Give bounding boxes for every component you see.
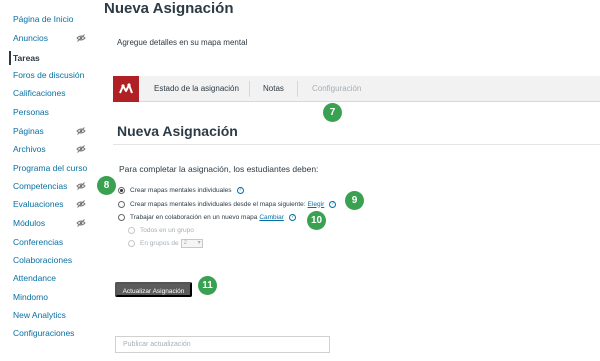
group-size-select[interactable]: 2 <box>180 238 203 248</box>
nav-item-evaluaciones[interactable]: Evaluaciones <box>13 197 64 211</box>
callout-badge: 11 <box>198 276 217 295</box>
suboption-label: En grupos de <box>140 239 179 247</box>
help-icon[interactable]: ? <box>329 200 337 208</box>
hidden-eye-icon <box>76 34 86 42</box>
tab-notas[interactable]: Notas <box>263 76 284 102</box>
option-label: Trabajar en colaboración en un nuevo map… <box>130 213 258 221</box>
nav-item-archivos[interactable]: Archivos <box>13 142 46 156</box>
nav-item-personas[interactable]: Personas <box>13 105 49 119</box>
update-assignment-button[interactable]: Actualizar Asignación <box>115 282 192 297</box>
suboption-groups-of[interactable]: En grupos de 2 <box>128 238 203 248</box>
section-divider <box>113 144 600 145</box>
suboption-label: Todos en un grupo <box>140 226 194 234</box>
nav-item-configuraciones[interactable]: Configuraciones <box>13 326 74 340</box>
page-title: Nueva Asignación <box>104 0 234 17</box>
callout-badge: 8 <box>97 176 116 195</box>
radio-from-map[interactable] <box>118 200 125 208</box>
radio-all-one-group[interactable] <box>128 226 135 234</box>
callout-badge: 9 <box>345 191 364 210</box>
mindomo-logo-icon <box>113 76 139 102</box>
nav-item-pagina-de-inicio[interactable]: Página de Inicio <box>13 12 74 26</box>
nav-item-anuncios[interactable]: Anuncios <box>13 31 48 45</box>
nav-item-calificaciones[interactable]: Calificaciones <box>13 86 65 100</box>
callout-badge: 7 <box>323 103 342 122</box>
tab-configuracion[interactable]: Configuración <box>312 76 361 102</box>
nav-item-tareas[interactable]: Tareas <box>13 51 40 65</box>
radio-individual-maps[interactable] <box>118 186 125 194</box>
callout-badge: 10 <box>307 211 326 230</box>
help-icon[interactable]: ? <box>288 213 296 221</box>
hidden-eye-icon <box>76 219 86 227</box>
option-collaboration[interactable]: Trabajar en colaboración en un nuevo map… <box>118 212 296 222</box>
mindomo-tabbar: Estado de la asignación Notas Configurac… <box>113 76 600 102</box>
hidden-eye-icon <box>76 200 86 208</box>
nav-item-mindomo[interactable]: Mindomo <box>13 290 48 304</box>
nav-item-attendance[interactable]: Attendance <box>13 271 56 285</box>
active-indicator <box>9 51 11 65</box>
nav-item-new-analytics[interactable]: New Analytics <box>13 308 66 322</box>
hidden-eye-icon <box>76 182 86 190</box>
section-title: Nueva Asignación <box>117 123 238 139</box>
choose-map-link[interactable]: Elegir <box>308 201 325 208</box>
option-from-map[interactable]: Crear mapas mentales individuales desde … <box>118 199 337 209</box>
nav-item-conferencias[interactable]: Conferencias <box>13 235 63 249</box>
nav-item-paginas[interactable]: Páginas <box>13 124 44 138</box>
instruction-text: Para completar la asignación, los estudi… <box>119 164 319 174</box>
nav-item-foros-de-discusion[interactable]: Foros de discusión <box>13 68 84 82</box>
option-label: Crear mapas mentales individuales desde … <box>130 200 306 208</box>
nav-item-colaboraciones[interactable]: Colaboraciones <box>13 253 72 267</box>
help-icon[interactable]: ? <box>236 186 244 194</box>
nav-item-programa-del-curso[interactable]: Programa del curso <box>13 161 87 175</box>
tab-estado-de-la-asignacion[interactable]: Estado de la asignación <box>154 76 239 102</box>
radio-collaboration[interactable] <box>118 213 125 221</box>
hidden-eye-icon <box>76 127 86 135</box>
page-subtitle: Agregue detalles en su mapa mental <box>117 38 248 47</box>
suboption-all-one-group[interactable]: Todos en un grupo <box>128 225 194 235</box>
nav-item-modulos[interactable]: Módulos <box>13 216 45 230</box>
change-map-link[interactable]: Cambiar <box>259 214 284 221</box>
publish-update-input[interactable]: Publicar actualización <box>115 336 330 353</box>
course-nav-sidebar: Página de Inicio Anuncios Tareas Foros d… <box>0 0 104 361</box>
tab-divider <box>297 81 298 97</box>
tab-divider <box>249 81 250 97</box>
radio-groups-of[interactable] <box>128 239 135 247</box>
nav-item-competencias[interactable]: Competencias <box>13 179 67 193</box>
option-label: Crear mapas mentales individuales <box>130 186 232 194</box>
hidden-eye-icon <box>76 145 86 153</box>
option-individual-maps[interactable]: Crear mapas mentales individuales ? <box>118 185 244 195</box>
